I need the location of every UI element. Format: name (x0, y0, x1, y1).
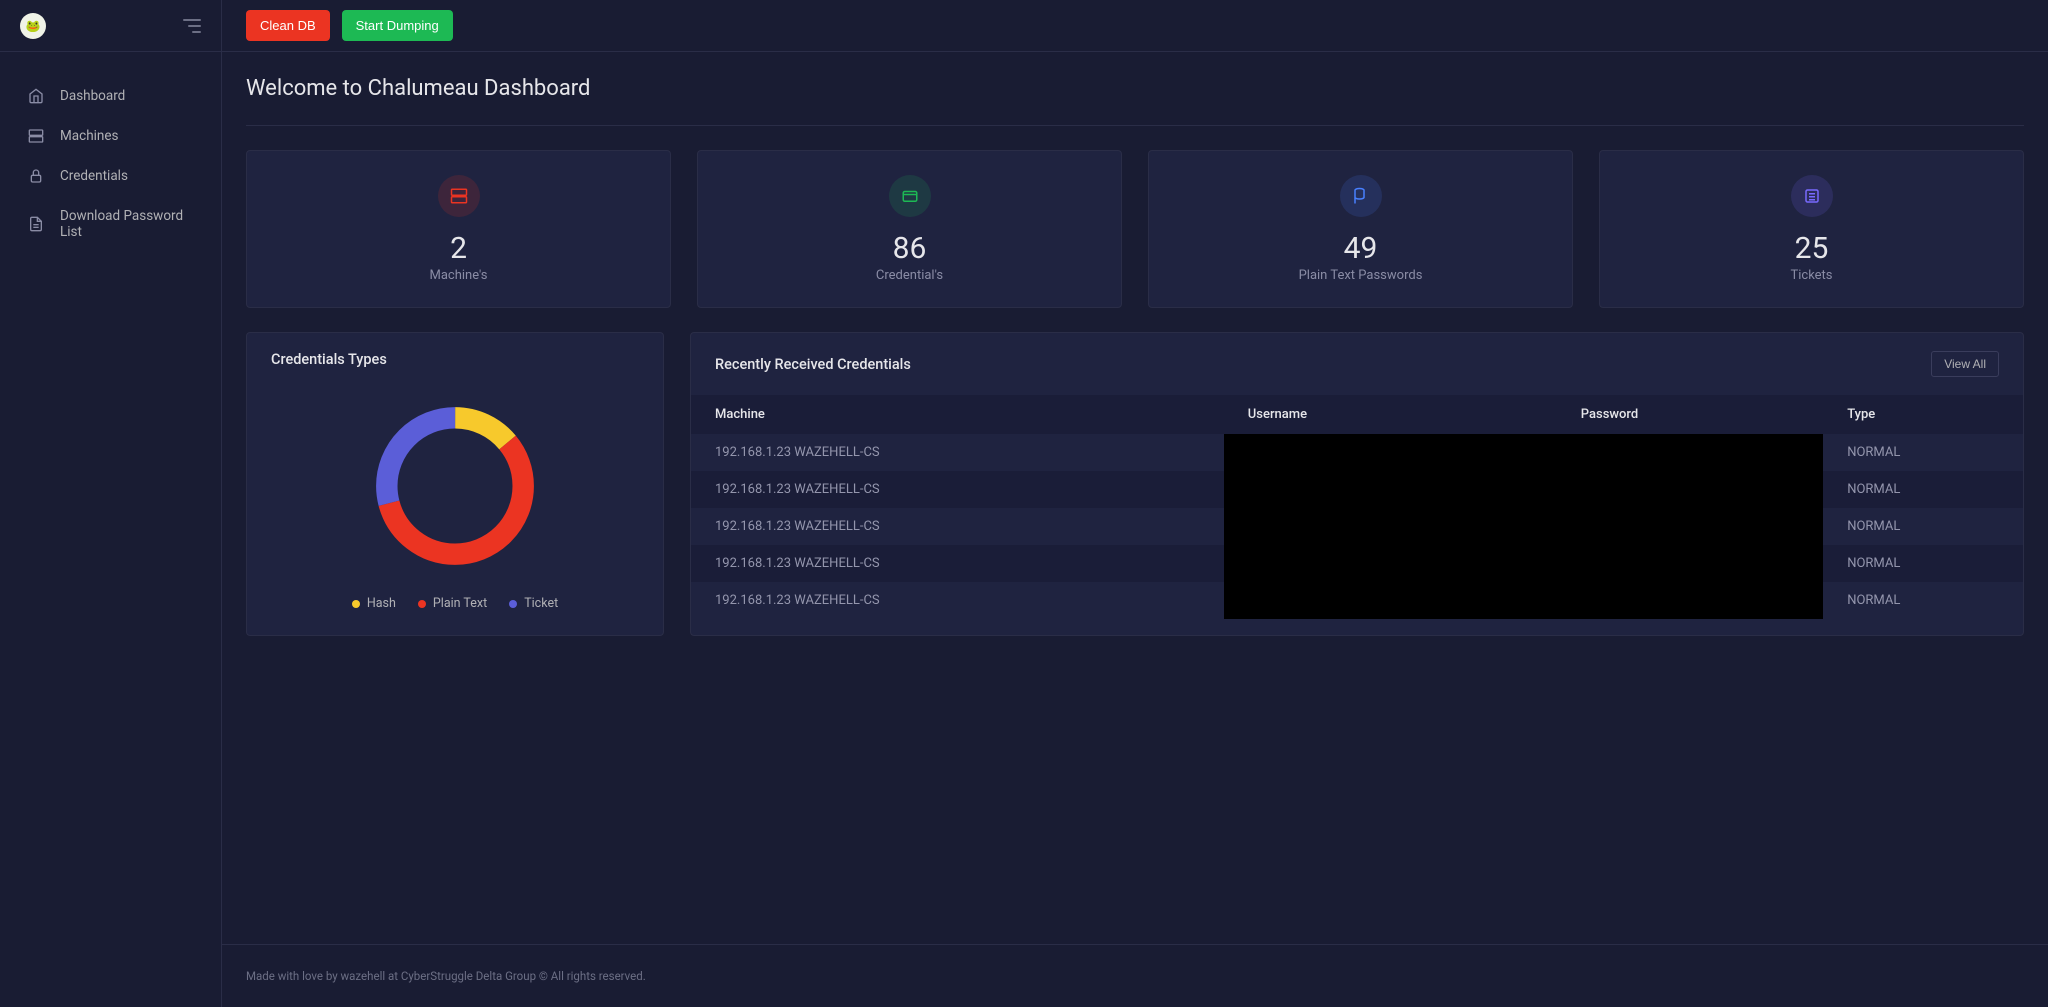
sidebar-item-label: Credentials (60, 168, 128, 184)
recent-credentials-panel: Recently Received Credentials View All M… (690, 332, 2024, 636)
credentials-table: Machine Username Password Type 192.168.1… (691, 395, 2023, 619)
credential-icon (889, 175, 931, 217)
server-icon (438, 175, 480, 217)
start-dumping-button[interactable]: Start Dumping (342, 10, 453, 41)
panel-title: Credentials Types (271, 351, 387, 368)
donut-chart (365, 396, 545, 576)
home-icon (28, 88, 44, 104)
credentials-types-panel: Credentials Types Hash (246, 332, 664, 636)
stat-value: 25 (1795, 231, 1829, 266)
cell-password-redacted (1557, 471, 1823, 508)
sidebar-item-label: Download Password List (60, 208, 193, 240)
sidebar: 🐸 Dashboard Machines Credentials (0, 0, 222, 1007)
sidebar-nav: Dashboard Machines Credentials Download … (0, 52, 221, 276)
panel-header: Credentials Types (247, 333, 663, 386)
stat-value: 86 (893, 231, 927, 266)
footer: Made with love by wazehell at CyberStrug… (222, 944, 2048, 1007)
file-icon (28, 216, 44, 232)
stat-label: Credential's (876, 268, 943, 283)
col-machine: Machine (691, 395, 1224, 434)
topbar: Clean DB Start Dumping (222, 0, 2048, 52)
sidebar-item-credentials[interactable]: Credentials (0, 156, 221, 196)
stat-card-credentials: 86 Credential's (697, 150, 1122, 308)
main: Clean DB Start Dumping Welcome to Chalum… (222, 0, 2048, 1007)
sidebar-item-download-password-list[interactable]: Download Password List (0, 196, 221, 252)
cell-username-redacted (1224, 471, 1557, 508)
cell-type: NORMAL (1823, 434, 2023, 471)
legend-item-plaintext: Plain Text (418, 596, 487, 611)
table-row[interactable]: 192.168.1.23 WAZEHELL-CS NORMAL (691, 508, 2023, 545)
footer-text: Made with love by wazehell at CyberStrug… (246, 969, 646, 983)
clean-db-button[interactable]: Clean DB (246, 10, 330, 41)
lock-icon (28, 168, 44, 184)
legend-dot (352, 600, 360, 608)
cell-username-redacted (1224, 508, 1557, 545)
stat-label: Plain Text Passwords (1299, 268, 1423, 283)
cell-password-redacted (1557, 545, 1823, 582)
table-row[interactable]: 192.168.1.23 WAZEHELL-CS NORMAL (691, 471, 2023, 508)
stat-value: 49 (1344, 231, 1378, 266)
col-type: Type (1823, 395, 2023, 434)
panel-title: Recently Received Credentials (715, 356, 911, 373)
cell-password-redacted (1557, 582, 1823, 619)
panel-header: Recently Received Credentials View All (691, 333, 2023, 395)
sidebar-item-label: Machines (60, 128, 119, 144)
list-icon (1791, 175, 1833, 217)
stat-label: Tickets (1790, 268, 1832, 283)
app-logo[interactable]: 🐸 (20, 13, 46, 39)
legend-item-ticket: Ticket (509, 596, 558, 611)
stat-card-tickets: 25 Tickets (1599, 150, 2024, 308)
sidebar-item-machines[interactable]: Machines (0, 116, 221, 156)
legend-label: Ticket (524, 596, 558, 611)
cell-type: NORMAL (1823, 545, 2023, 582)
flag-icon (1340, 175, 1382, 217)
sidebar-item-dashboard[interactable]: Dashboard (0, 76, 221, 116)
cell-username-redacted (1224, 434, 1557, 471)
col-username: Username (1224, 395, 1557, 434)
cell-machine: 192.168.1.23 WAZEHELL-CS (691, 582, 1224, 619)
cell-machine: 192.168.1.23 WAZEHELL-CS (691, 471, 1224, 508)
cell-machine: 192.168.1.23 WAZEHELL-CS (691, 508, 1224, 545)
cell-type: NORMAL (1823, 471, 2023, 508)
table-row[interactable]: 192.168.1.23 WAZEHELL-CS NORMAL (691, 434, 2023, 471)
panels-row: Credentials Types Hash (246, 332, 2024, 636)
legend-item-hash: Hash (352, 596, 396, 611)
legend-dot (509, 600, 517, 608)
sidebar-item-label: Dashboard (60, 88, 125, 104)
stat-card-plaintext: 49 Plain Text Passwords (1148, 150, 1573, 308)
stat-value: 2 (450, 231, 467, 266)
content: Welcome to Chalumeau Dashboard 2 Machine… (222, 52, 2048, 944)
table-row[interactable]: 192.168.1.23 WAZEHELL-CS NORMAL (691, 582, 2023, 619)
legend-label: Hash (367, 596, 396, 611)
server-icon (28, 128, 44, 144)
stats-row: 2 Machine's 86 Credential's 49 Plain Tex… (246, 150, 2024, 308)
cell-machine: 192.168.1.23 WAZEHELL-CS (691, 545, 1224, 582)
stat-card-machines: 2 Machine's (246, 150, 671, 308)
view-all-button[interactable]: View All (1931, 351, 1999, 377)
cell-machine: 192.168.1.23 WAZEHELL-CS (691, 434, 1224, 471)
cell-username-redacted (1224, 545, 1557, 582)
table-row[interactable]: 192.168.1.23 WAZEHELL-CS NORMAL (691, 545, 2023, 582)
stat-label: Machine's (429, 268, 487, 283)
chart-body: Hash Plain Text Ticket (247, 386, 663, 635)
page-title: Welcome to Chalumeau Dashboard (246, 76, 2024, 126)
cell-username-redacted (1224, 582, 1557, 619)
cell-password-redacted (1557, 434, 1823, 471)
sidebar-header: 🐸 (0, 0, 221, 52)
chart-legend: Hash Plain Text Ticket (352, 596, 558, 611)
cell-password-redacted (1557, 508, 1823, 545)
cell-type: NORMAL (1823, 582, 2023, 619)
legend-label: Plain Text (433, 596, 487, 611)
legend-dot (418, 600, 426, 608)
col-password: Password (1557, 395, 1823, 434)
cell-type: NORMAL (1823, 508, 2023, 545)
menu-toggle-icon[interactable] (183, 19, 201, 33)
